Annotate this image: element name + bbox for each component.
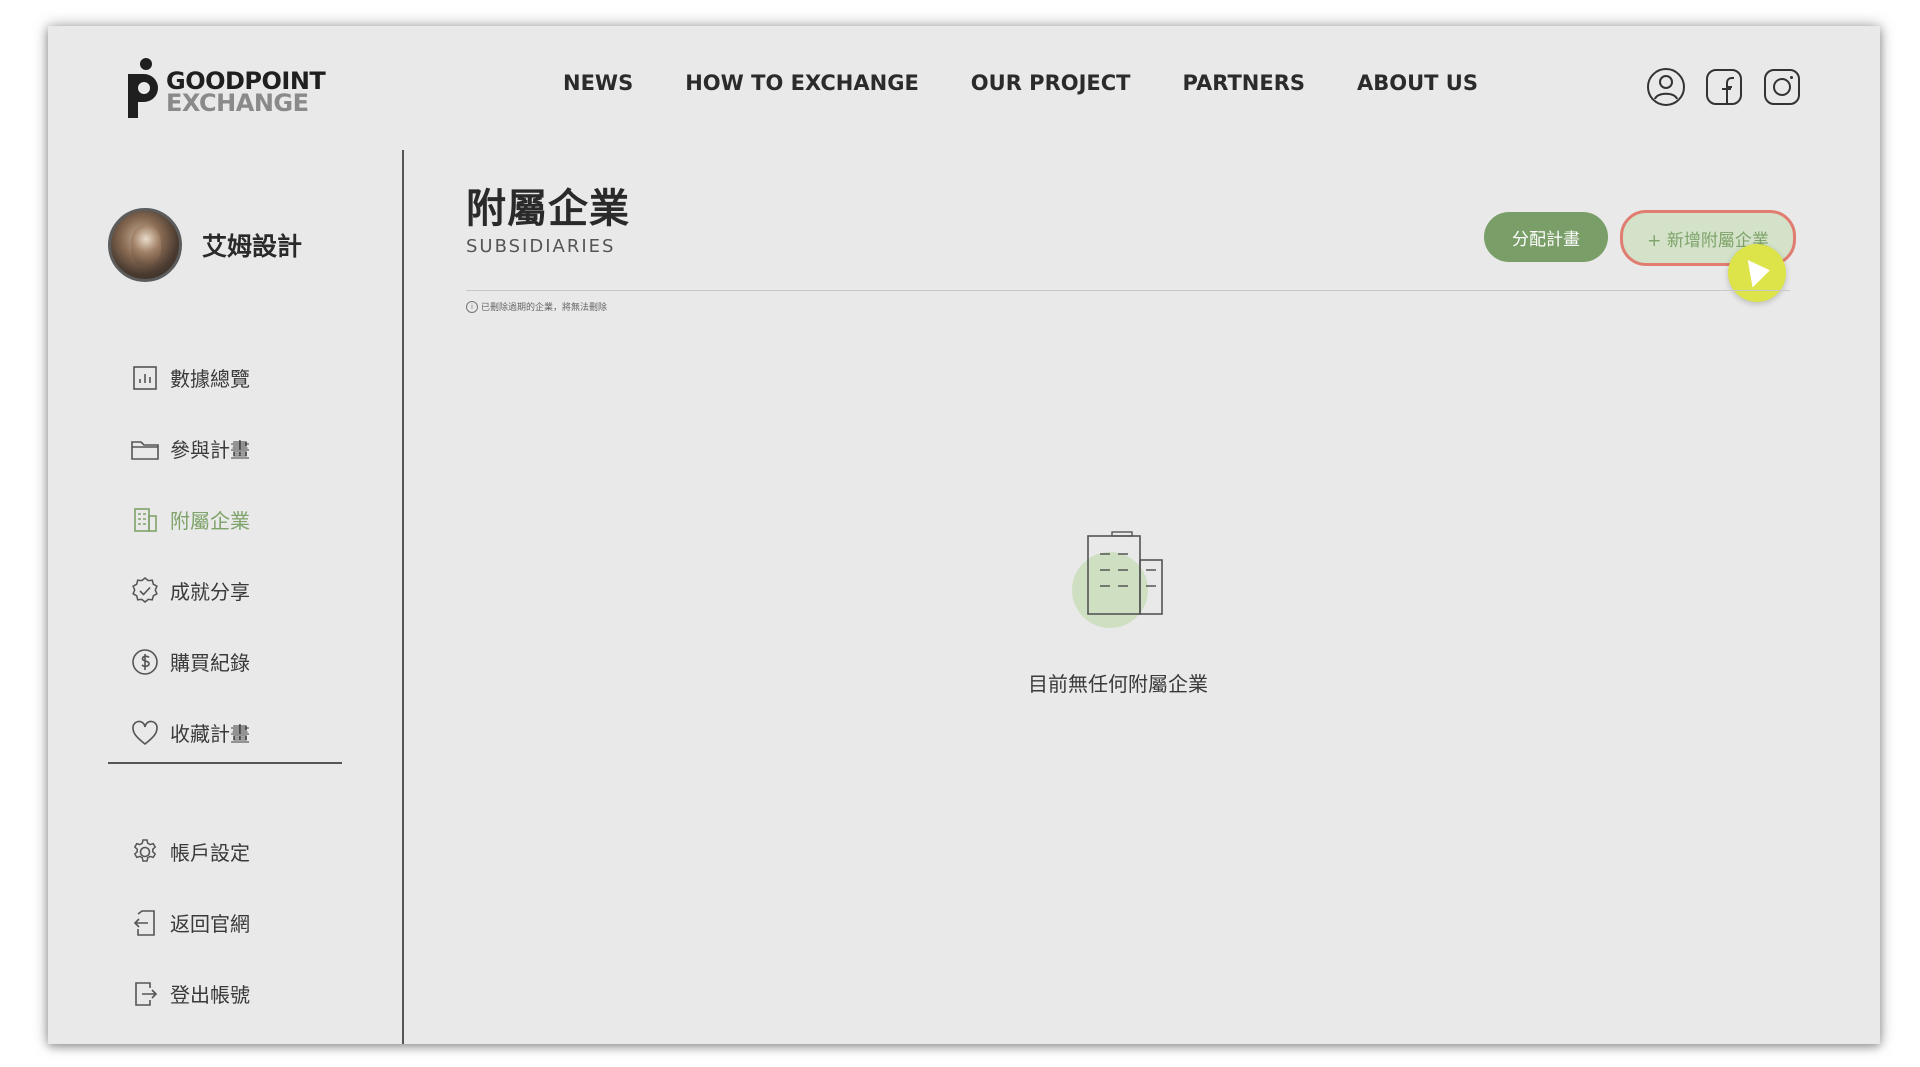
sidebar-item-label: 附屬企業 (170, 509, 250, 533)
sidebar-item-subsidiaries[interactable]: 附屬企業 (130, 484, 250, 555)
sidebar-item-label: 數據總覽 (170, 367, 250, 391)
return-icon (133, 909, 155, 936)
page-title: 附屬企業 (466, 186, 630, 232)
sidebar-item-logout[interactable]: 登出帳號 (130, 958, 250, 1029)
notice-text: 已刪除過期的企業，將無法刪除 (481, 303, 608, 313)
avatar (108, 208, 182, 282)
nav-partners[interactable]: PARTNERS (1183, 71, 1305, 95)
heart-icon (132, 720, 158, 745)
sidebar-item-back-to-site[interactable]: 返回官網 (130, 887, 250, 958)
sidebar-item-label: 帳戶設定 (170, 841, 250, 865)
building-icon (134, 507, 157, 532)
empty-building-icon (1072, 531, 1163, 628)
nav-how-to-exchange[interactable]: HOW TO EXCHANGE (685, 71, 919, 95)
nav-news[interactable]: NEWS (563, 71, 633, 95)
facebook-icon[interactable] (1704, 67, 1744, 107)
sidebar-item-label: 登出帳號 (170, 983, 250, 1007)
nav-our-project[interactable]: OUR PROJECT (971, 71, 1131, 95)
page-subtitle: SUBSIDIARIES (466, 236, 616, 257)
profile[interactable]: 艾姆設計 (108, 208, 302, 282)
sidebar-item-dashboard[interactable]: 數據總覽 (130, 342, 250, 413)
nav-about-us[interactable]: ABOUT US (1357, 71, 1478, 95)
info-icon: i (466, 300, 478, 313)
logo-mark-icon (128, 58, 158, 118)
empty-message: 目前無任何附屬企業 (1028, 672, 1208, 696)
dollar-icon (132, 648, 158, 675)
sidebar-item-account-settings[interactable]: 帳戶設定 (130, 816, 250, 887)
sidebar-item-label: 參與計畫 (170, 438, 250, 462)
logout-icon (135, 981, 158, 1006)
logo-line-2: EXCHANGE (166, 89, 309, 117)
header-icons (1646, 67, 1802, 107)
logo[interactable]: GOODPOINT EXCHANGE (122, 56, 326, 120)
assign-project-button[interactable]: 分配計畫 (1484, 212, 1608, 262)
gear-icon (133, 838, 157, 862)
sidebar-item-purchases[interactable]: 購買紀錄 (130, 626, 250, 697)
chart-icon (133, 365, 157, 390)
folder-icon (131, 440, 159, 460)
main-nav: NEWS HOW TO EXCHANGE OUR PROJECT PARTNER… (563, 71, 1530, 95)
sidebar-divider (108, 762, 342, 764)
sidebar-item-projects[interactable]: 參與計畫 (130, 413, 250, 484)
sidebar-item-achievements[interactable]: 成就分享 (130, 555, 250, 626)
app-window: GOODPOINT EXCHANGE NEWS HOW TO EXCHANGE … (48, 26, 1880, 1044)
sidebar-item-label: 收藏計畫 (170, 722, 250, 746)
sidebar-item-label: 購買紀錄 (170, 651, 250, 675)
sidebar-menu: 數據總覽 參與計畫 附屬企業 成就分享 購買紀錄 收藏計畫 (130, 342, 250, 768)
badge-check-icon (132, 576, 158, 603)
header-divider (466, 290, 1790, 291)
instagram-icon[interactable] (1762, 67, 1802, 107)
sidebar-item-label: 返回官網 (170, 912, 250, 936)
profile-name: 艾姆設計 (202, 232, 303, 261)
sidebar-item-label: 成就分享 (170, 580, 250, 604)
sidebar-border (402, 150, 404, 1044)
sidebar-item-favorites[interactable]: 收藏計畫 (130, 697, 250, 768)
sidebar-secondary-menu: 帳戶設定 返回官網 登出帳號 (130, 816, 250, 1029)
user-icon[interactable] (1646, 67, 1686, 107)
notice: i 已刪除過期的企業，將無法刪除 (466, 300, 607, 313)
